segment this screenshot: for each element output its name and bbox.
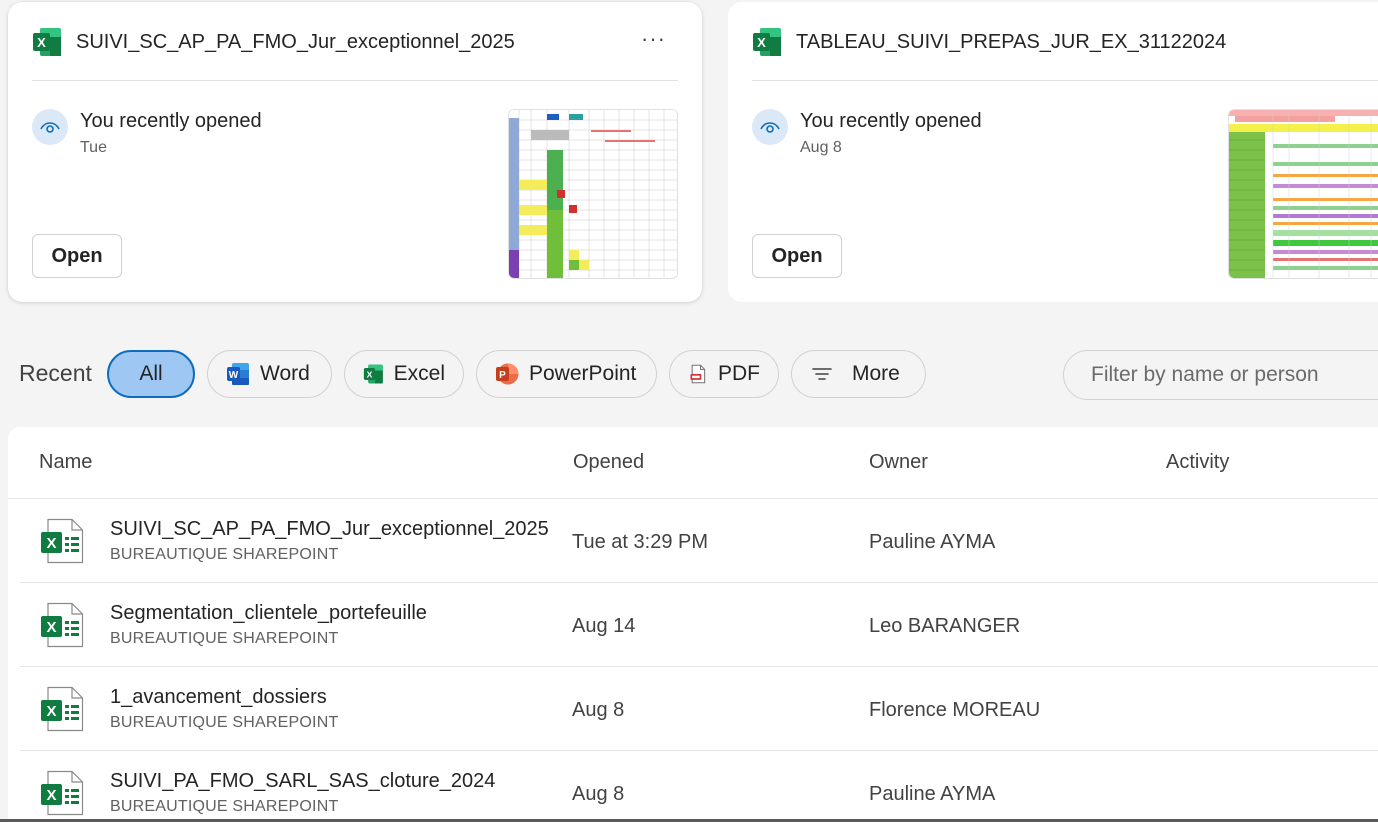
svg-text:X: X: [46, 787, 56, 804]
filter-pdf-button[interactable]: PDF: [669, 350, 779, 398]
file-owner: Pauline AYMA: [869, 783, 996, 805]
activity-date: Tue: [80, 139, 107, 156]
svg-text:W: W: [229, 370, 239, 381]
file-owner: Florence MOREAU: [869, 699, 1041, 721]
eye-icon: [32, 109, 68, 145]
column-header-activity[interactable]: Activity: [1166, 451, 1229, 474]
activity-text: You recently opened: [800, 110, 982, 132]
card-header: X SUIVI_SC_AP_PA_FMO_Jur_exceptionnel_20…: [32, 26, 678, 58]
filter-powerpoint-button[interactable]: P PowerPoint: [476, 350, 657, 398]
file-owner: Leo BARANGER: [869, 615, 1021, 637]
svg-text:X: X: [757, 35, 766, 50]
table-header: Name Opened Owner Activity: [8, 427, 1378, 499]
filter-bar: Recent All W Word X Excel P PowerPoint P…: [0, 350, 1378, 400]
column-header-name[interactable]: Name: [39, 451, 92, 474]
file-location: BUREAUTIQUE SHAREPOINT: [110, 714, 339, 731]
file-location: BUREAUTIQUE SHAREPOINT: [110, 630, 339, 647]
file-owner: Pauline AYMA: [869, 531, 996, 553]
open-button[interactable]: Open: [32, 234, 122, 278]
file-thumbnail[interactable]: [508, 109, 678, 279]
filter-word-label: Word: [260, 362, 310, 385]
recent-files-table: Name Opened Owner Activity X SUIVI_SC_AP…: [8, 427, 1378, 822]
file-opened: Aug 8: [572, 699, 625, 721]
card-header: X TABLEAU_SUIVI_PREPAS_JUR_EX_31122024: [752, 26, 1378, 58]
pdf-icon: [690, 364, 706, 384]
column-header-owner[interactable]: Owner: [869, 451, 928, 474]
recommended-card-2[interactable]: X TABLEAU_SUIVI_PREPAS_JUR_EX_31122024 Y…: [728, 2, 1378, 302]
file-location: BUREAUTIQUE SHAREPOINT: [110, 798, 339, 815]
filter-search-input[interactable]: [1063, 350, 1378, 400]
svg-text:X: X: [46, 535, 56, 552]
file-name[interactable]: SUIVI_SC_AP_PA_FMO_Jur_exceptionnel_2025: [110, 518, 549, 541]
filter-pdf-label: PDF: [718, 362, 760, 385]
filter-excel-label: Excel: [393, 362, 445, 385]
card-activity: You recently opened Aug 8: [752, 109, 982, 157]
recent-heading: Recent: [19, 360, 92, 386]
svg-text:X: X: [367, 369, 373, 379]
svg-text:X: X: [37, 35, 46, 50]
activity-text: You recently opened: [80, 110, 262, 132]
file-name[interactable]: 1_avancement_dossiers: [110, 686, 327, 709]
file-opened: Aug 8: [572, 783, 625, 805]
file-thumbnail[interactable]: [1228, 109, 1378, 279]
filter-all-label: All: [139, 362, 163, 385]
excel-file-icon: X: [41, 770, 84, 816]
file-opened: Tue at 3:29 PM: [572, 531, 708, 553]
divider: [32, 80, 678, 81]
card-title[interactable]: TABLEAU_SUIVI_PREPAS_JUR_EX_31122024: [796, 31, 1226, 54]
excel-icon: X: [753, 28, 781, 56]
recommended-card-1[interactable]: X SUIVI_SC_AP_PA_FMO_Jur_exceptionnel_20…: [8, 2, 702, 302]
filter-more-label: More: [852, 362, 900, 385]
powerpoint-icon: P: [496, 363, 519, 385]
table-row[interactable]: X 1_avancement_dossiers BUREAUTIQUE SHAR…: [20, 667, 1378, 751]
file-name[interactable]: SUIVI_PA_FMO_SARL_SAS_cloture_2024: [110, 770, 495, 793]
filter-excel-button[interactable]: X Excel: [344, 350, 464, 398]
file-opened: Aug 14: [572, 615, 636, 637]
more-options-icon[interactable]: ···: [641, 26, 666, 52]
svg-text:X: X: [46, 703, 56, 720]
table-row[interactable]: X SUIVI_PA_FMO_SARL_SAS_cloture_2024 BUR…: [20, 751, 1378, 822]
filter-powerpoint-label: PowerPoint: [529, 362, 637, 385]
filter-word-button[interactable]: W Word: [207, 350, 332, 398]
open-button[interactable]: Open: [752, 234, 842, 278]
excel-file-icon: X: [41, 686, 84, 732]
svg-text:X: X: [46, 619, 56, 636]
filter-lines-icon: [812, 368, 832, 380]
divider: [752, 80, 1378, 81]
filter-more-button[interactable]: More: [791, 350, 926, 398]
card-title[interactable]: SUIVI_SC_AP_PA_FMO_Jur_exceptionnel_2025: [76, 31, 515, 54]
word-icon: W: [227, 363, 249, 385]
table-row[interactable]: X SUIVI_SC_AP_PA_FMO_Jur_exceptionnel_20…: [20, 499, 1378, 583]
svg-text:P: P: [499, 370, 506, 381]
card-activity: You recently opened Tue: [32, 109, 262, 157]
excel-icon: X: [363, 364, 383, 384]
table-row[interactable]: X Segmentation_clientele_portefeuille BU…: [20, 583, 1378, 667]
excel-file-icon: X: [41, 518, 84, 564]
filter-all-button[interactable]: All: [107, 350, 195, 398]
activity-date: Aug 8: [800, 139, 842, 156]
column-header-opened[interactable]: Opened: [573, 451, 644, 474]
file-location: BUREAUTIQUE SHAREPOINT: [110, 546, 339, 563]
file-name[interactable]: Segmentation_clientele_portefeuille: [110, 602, 427, 625]
excel-icon: X: [33, 28, 61, 56]
eye-icon: [752, 109, 788, 145]
excel-file-icon: X: [41, 602, 84, 648]
